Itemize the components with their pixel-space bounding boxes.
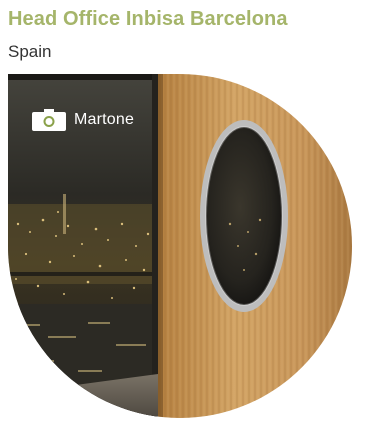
camera-icon — [32, 109, 66, 131]
photographer-name: Martone — [74, 111, 135, 128]
location-subtitle: Spain — [8, 42, 52, 61]
photo-credit: Martone — [32, 109, 134, 131]
page-title: Head Office Inbisa Barcelona — [8, 8, 288, 30]
